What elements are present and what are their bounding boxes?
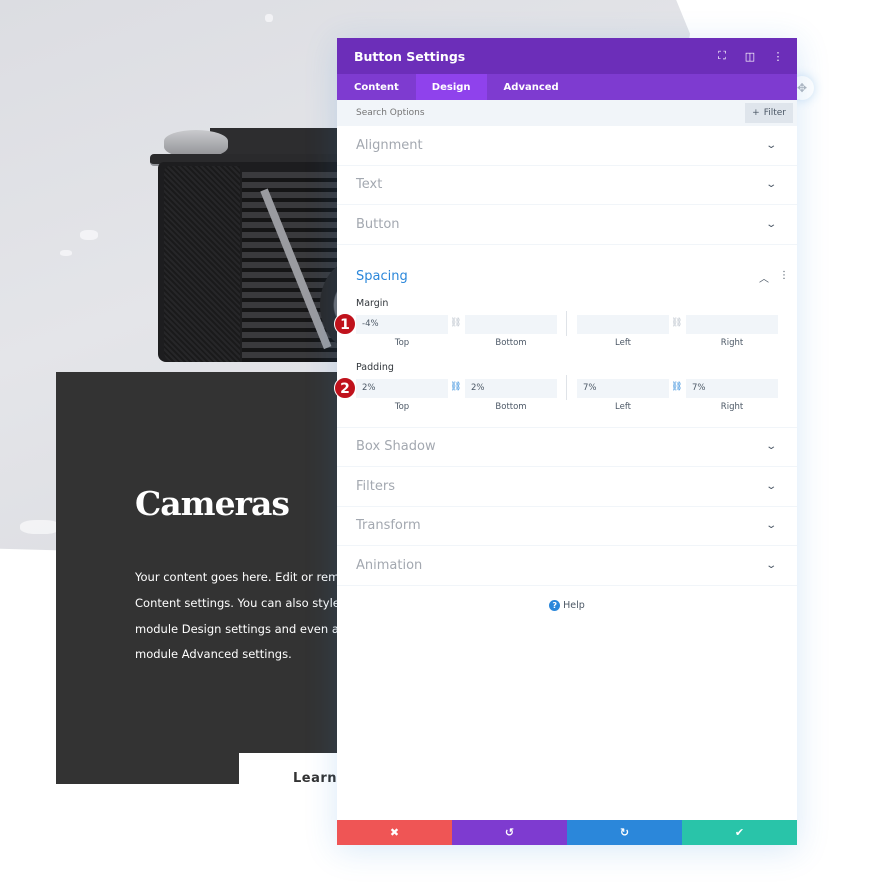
padding-bottom-input[interactable] <box>465 378 557 398</box>
check-icon: ✔ <box>734 826 745 839</box>
button-settings-modal: Button Settings ⛶ ◫ ⋮ Content Design Adv… <box>334 38 797 845</box>
caption-right: Right <box>720 401 744 412</box>
field-divider <box>566 374 567 400</box>
step-badge-1: 1 <box>334 312 356 335</box>
filter-label: Filter <box>763 108 786 118</box>
help-label: Help <box>563 600 585 611</box>
caption-right: Right <box>720 337 744 348</box>
padding-left-input[interactable] <box>577 378 669 398</box>
section-animation[interactable]: Animation ⌄ <box>337 546 797 586</box>
section-label: Transform <box>356 518 421 534</box>
padding-right-input[interactable] <box>686 378 778 398</box>
caption-bottom: Bottom <box>495 401 527 412</box>
help-icon: ? <box>549 600 561 611</box>
linked-icon[interactable]: ⛓ <box>671 382 682 392</box>
unlinked-icon[interactable]: ⛓ <box>450 318 461 328</box>
tab-content[interactable]: Content <box>337 74 416 100</box>
section-label: Alignment <box>356 137 423 153</box>
section-spacing: Spacing ︿ ⋮ Margin 1 ⛓ ⛓ Top Bottom Left… <box>334 245 797 428</box>
chevron-down-icon: ⌄ <box>764 179 777 191</box>
section-label: Animation <box>356 557 423 573</box>
redo-button[interactable]: ↻ <box>567 820 682 845</box>
paint-speck <box>80 230 98 240</box>
more-vertical-icon[interactable]: ⋮ <box>779 270 789 285</box>
margin-top-input[interactable] <box>356 314 448 334</box>
search-row: + Filter <box>337 100 797 126</box>
section-label: Button <box>356 216 400 232</box>
chevron-down-icon: ⌄ <box>764 480 777 492</box>
margin-bottom-input[interactable] <box>465 314 557 334</box>
step-badge-2: 2 <box>334 376 356 399</box>
caption-top: Top <box>394 401 410 412</box>
caption-left: Left <box>615 401 631 412</box>
padding-top-input[interactable] <box>356 378 448 398</box>
chevron-down-icon: ⌄ <box>764 559 777 571</box>
redo-icon: ↻ <box>619 826 630 839</box>
spacing-title[interactable]: Spacing <box>356 269 408 284</box>
margin-right-input[interactable] <box>686 314 778 334</box>
cancel-button[interactable]: ✖ <box>337 820 452 845</box>
close-icon: ✖ <box>389 826 400 839</box>
modal-title: Button Settings <box>354 48 466 64</box>
header-icons: ⛶ ◫ ⋮ <box>715 38 785 74</box>
more-vertical-icon[interactable]: ⋮ <box>771 50 785 63</box>
modal-header[interactable]: Button Settings ⛶ ◫ ⋮ <box>337 38 797 74</box>
save-button[interactable]: ✔ <box>682 820 797 845</box>
section-transform[interactable]: Transform ⌄ <box>337 507 797 546</box>
chevron-down-icon: ⌄ <box>764 218 777 230</box>
spacing-controls: ︿ ⋮ <box>759 270 789 285</box>
focus-icon[interactable]: ⛶ <box>715 49 729 63</box>
chevron-down-icon: ⌄ <box>764 441 777 453</box>
caption-left: Left <box>615 337 631 348</box>
tab-bar: Content Design Advanced <box>337 74 797 100</box>
undo-icon: ↺ <box>504 826 515 839</box>
section-label: Filters <box>356 478 395 494</box>
section-box-shadow[interactable]: Box Shadow ⌄ <box>337 428 797 467</box>
margin-label: Margin <box>356 297 389 309</box>
undo-button[interactable]: ↺ <box>452 820 567 845</box>
paint-speck <box>20 520 60 534</box>
margin-left-input[interactable] <box>577 314 669 334</box>
padding-label: Padding <box>356 361 394 373</box>
section-label: Text <box>356 177 383 193</box>
section-filters[interactable]: Filters ⌄ <box>337 467 797 507</box>
card-title: Cameras <box>135 484 290 523</box>
unlinked-icon[interactable]: ⛓ <box>671 318 682 328</box>
section-button[interactable]: Button ⌄ <box>337 205 797 245</box>
tab-advanced[interactable]: Advanced <box>487 74 576 100</box>
plus-icon: + <box>752 108 760 118</box>
filter-button[interactable]: + Filter <box>745 103 793 123</box>
split-view-icon[interactable]: ◫ <box>743 50 757 63</box>
modal-footer: ✖ ↺ ↻ ✔ <box>337 820 797 845</box>
chevron-up-icon[interactable]: ︿ <box>759 270 769 285</box>
caption-top: Top <box>394 337 410 348</box>
camera-grip <box>164 166 240 362</box>
help-link[interactable]: ? Help <box>337 600 797 611</box>
paint-speck <box>60 250 72 256</box>
search-options-input[interactable] <box>356 108 656 118</box>
field-divider <box>566 310 567 336</box>
chevron-down-icon: ⌄ <box>764 520 777 532</box>
tab-design[interactable]: Design <box>415 74 487 100</box>
section-text[interactable]: Text ⌄ <box>337 166 797 205</box>
section-label: Box Shadow <box>356 439 436 455</box>
chevron-down-icon: ⌄ <box>764 139 777 151</box>
caption-bottom: Bottom <box>495 337 527 348</box>
paint-speck <box>265 14 273 22</box>
section-alignment[interactable]: Alignment ⌄ <box>337 126 797 166</box>
linked-icon[interactable]: ⛓ <box>450 382 461 392</box>
